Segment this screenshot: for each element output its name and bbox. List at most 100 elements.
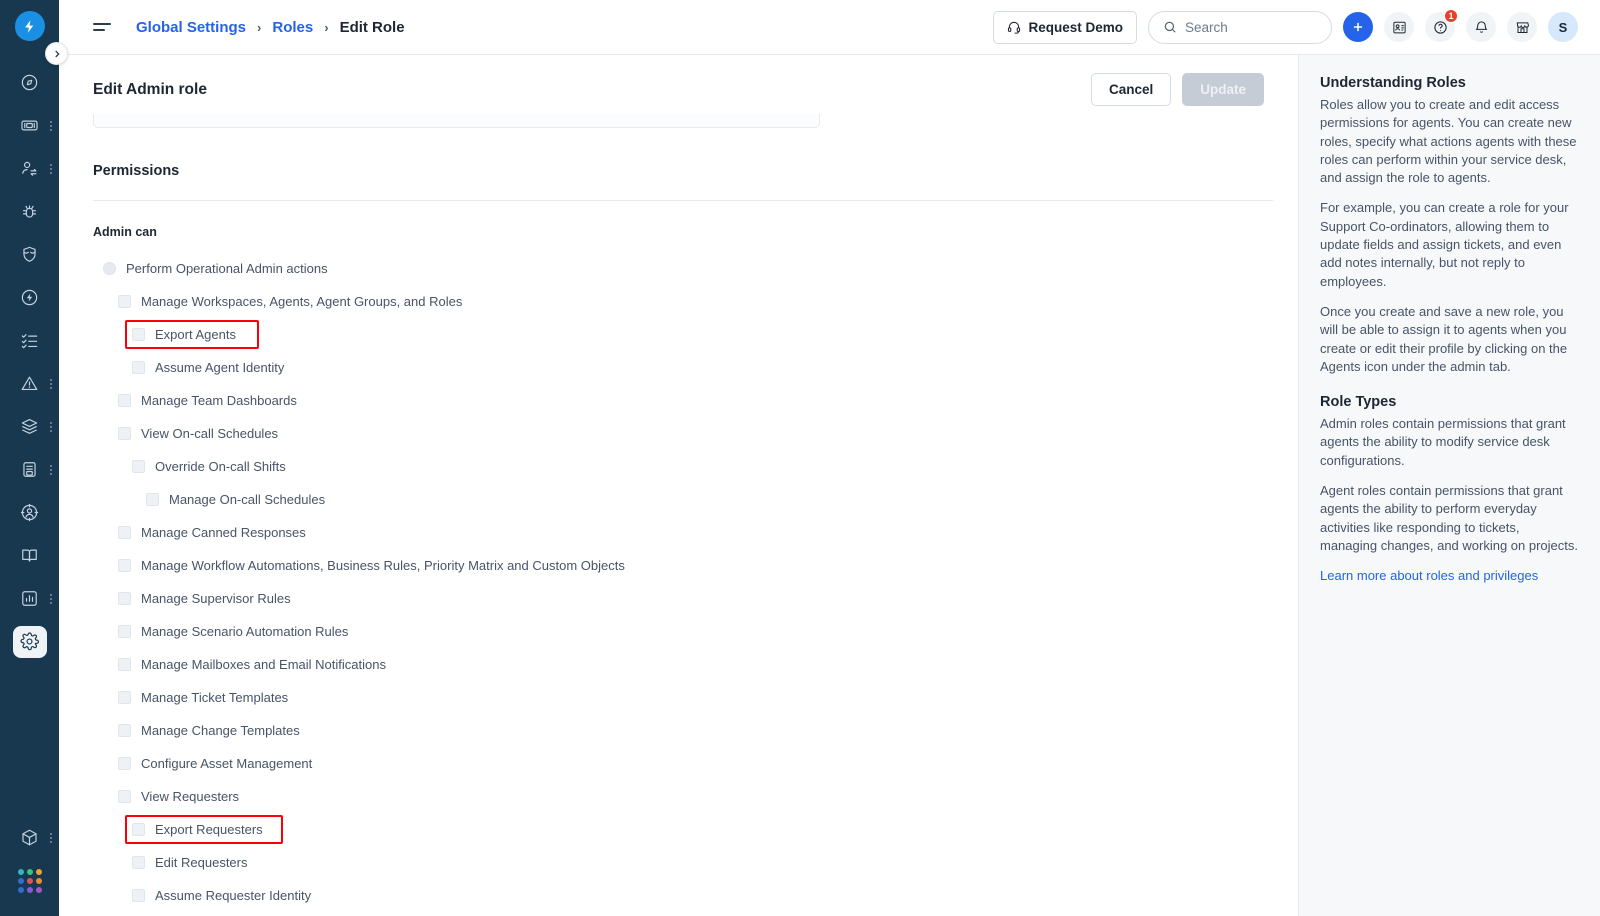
permission-checkbox[interactable] (132, 328, 145, 341)
permission-checkbox[interactable] (118, 658, 131, 671)
sidebar-bottom-group (0, 816, 59, 916)
sidebar-item-assets[interactable] (0, 405, 59, 448)
sidebar-item-overflow-icon[interactable] (50, 593, 52, 604)
permission-label: Override On-call Shifts (155, 459, 286, 474)
hamburger-menu-icon[interactable] (93, 23, 111, 31)
breadcrumb-item-roles[interactable]: Roles (272, 19, 313, 36)
permission-checkbox[interactable] (132, 856, 145, 869)
section-divider (93, 200, 1273, 201)
permission-row[interactable]: View Requesters (93, 780, 1264, 813)
permission-row[interactable]: Manage Ticket Templates (93, 681, 1264, 714)
sidebar-item-analytics[interactable] (0, 577, 59, 620)
permission-label: Assume Agent Identity (155, 360, 285, 375)
permission-checkbox[interactable] (118, 625, 131, 638)
permission-checkbox[interactable] (118, 790, 131, 803)
global-search[interactable] (1148, 10, 1332, 44)
sidebar-item-overflow-icon[interactable] (50, 832, 52, 843)
permission-checkbox[interactable] (118, 427, 131, 440)
page-action-buttons: Cancel Update (1090, 73, 1264, 106)
sidebar-item-contracts[interactable] (0, 448, 59, 491)
permission-row[interactable]: Assume Requester Identity (93, 879, 1264, 912)
flash-circle-icon (13, 283, 47, 313)
learn-more-link[interactable]: Learn more about roles and privileges (1320, 568, 1538, 583)
sidebar-item-alerts[interactable] (0, 362, 59, 405)
permission-row[interactable]: Perform Operational Admin actions (93, 252, 1264, 285)
sidebar-item-app-switcher[interactable] (0, 859, 59, 902)
permission-row[interactable]: Override On-call Shifts (93, 450, 1264, 483)
user-avatar[interactable]: S (1548, 12, 1578, 42)
permission-checkbox[interactable] (118, 559, 131, 572)
notification-bell-icon[interactable] (1466, 12, 1496, 42)
app-root: Global Settings › Roles › Edit Role Requ… (0, 0, 1600, 916)
permission-row[interactable]: Edit Requesters (93, 846, 1264, 879)
permission-checkbox[interactable] (132, 823, 145, 836)
sidebar-item-overflow-icon[interactable] (50, 378, 52, 389)
permission-row[interactable]: Export Requesters (93, 813, 1264, 846)
sidebar-item-overflow-icon[interactable] (50, 421, 52, 432)
permission-checkbox[interactable] (132, 361, 145, 374)
permission-row[interactable]: Manage Supervisor Rules (93, 582, 1264, 615)
sidebar-item-knowledge[interactable] (0, 534, 59, 577)
search-icon (1163, 20, 1177, 34)
document-archive-icon (13, 455, 47, 485)
sidebar-item-marketplace[interactable] (0, 816, 59, 859)
permission-label: Export Agents (155, 327, 236, 342)
sidebar-collapse-toggle[interactable] (45, 42, 68, 65)
checklist-icon (13, 326, 47, 356)
sidebar-item-problems[interactable] (0, 190, 59, 233)
request-demo-button[interactable]: Request Demo (993, 10, 1137, 44)
permission-checkbox[interactable] (146, 493, 159, 506)
permission-checkbox[interactable] (118, 724, 131, 737)
marketplace-shop-icon[interactable] (1507, 12, 1537, 42)
permission-row[interactable]: Manage Team Dashboards (93, 384, 1264, 417)
permission-row[interactable]: Manage Mailboxes and Email Notifications (93, 648, 1264, 681)
sidebar-item-overflow-icon[interactable] (50, 120, 52, 131)
create-new-button[interactable] (1343, 12, 1373, 42)
freshservice-logo-icon[interactable] (14, 11, 45, 41)
permission-row[interactable]: Manage Workspaces, Agents, Agent Groups,… (93, 285, 1264, 318)
sidebar-item-tickets[interactable] (0, 104, 59, 147)
sidebar-item-admin[interactable] (0, 620, 59, 663)
contact-card-icon[interactable] (1384, 12, 1414, 42)
permission-radio[interactable] (103, 262, 116, 275)
gear-icon (12, 625, 47, 658)
permission-row[interactable]: View On-call Schedules (93, 417, 1264, 450)
permission-row[interactable]: Manage Change Templates (93, 714, 1264, 747)
permission-row[interactable]: Export Agents (93, 318, 1264, 351)
help-paragraph: Roles allow you to create and edit acces… (1320, 97, 1577, 186)
permission-label: Manage Scenario Automation Rules (141, 624, 349, 639)
sidebar-item-requesters[interactable] (0, 491, 59, 534)
permission-row[interactable]: Assume Agent Identity (93, 351, 1264, 384)
permission-row[interactable]: Manage Workflow Automations, Business Ru… (93, 549, 1264, 582)
permissions-heading: Permissions (93, 163, 180, 179)
permission-checkbox[interactable] (132, 460, 145, 473)
help-question-icon[interactable]: 1 (1425, 9, 1458, 42)
help-paragraph: For example, you can create a role for y… (1320, 200, 1569, 289)
sidebar-item-agents[interactable] (0, 147, 59, 190)
permission-checkbox[interactable] (118, 394, 131, 407)
breadcrumb-item-global-settings[interactable]: Global Settings (136, 19, 246, 36)
permission-checkbox[interactable] (132, 889, 145, 902)
alert-triangle-icon (13, 369, 47, 399)
permission-checkbox[interactable] (118, 691, 131, 704)
permission-checkbox[interactable] (118, 295, 131, 308)
help-paragraph: Once you create and save a new role, you… (1320, 303, 1568, 374)
sidebar-item-dashboard[interactable] (0, 61, 59, 104)
permission-row[interactable]: Manage On-call Schedules (93, 483, 1264, 516)
sidebar-item-overflow-icon[interactable] (50, 163, 52, 174)
permission-row[interactable]: Configure Asset Management (93, 747, 1264, 780)
search-input[interactable] (1185, 19, 1317, 35)
sidebar-item-changes[interactable] (0, 233, 59, 276)
sidebar-item-tasks[interactable] (0, 319, 59, 362)
permission-checkbox[interactable] (118, 592, 131, 605)
permission-checkbox[interactable] (118, 526, 131, 539)
permission-row[interactable]: Manage Canned Responses (93, 516, 1264, 549)
sidebar-item-releases[interactable] (0, 276, 59, 319)
user-switch-icon (13, 154, 47, 184)
cancel-button[interactable]: Cancel (1090, 73, 1172, 106)
permission-label: Manage Ticket Templates (141, 690, 289, 705)
permission-checkbox[interactable] (118, 757, 131, 770)
sidebar-item-overflow-icon[interactable] (50, 464, 52, 475)
role-name-input-partial[interactable] (93, 114, 820, 128)
permission-row[interactable]: Manage Scenario Automation Rules (93, 615, 1264, 648)
